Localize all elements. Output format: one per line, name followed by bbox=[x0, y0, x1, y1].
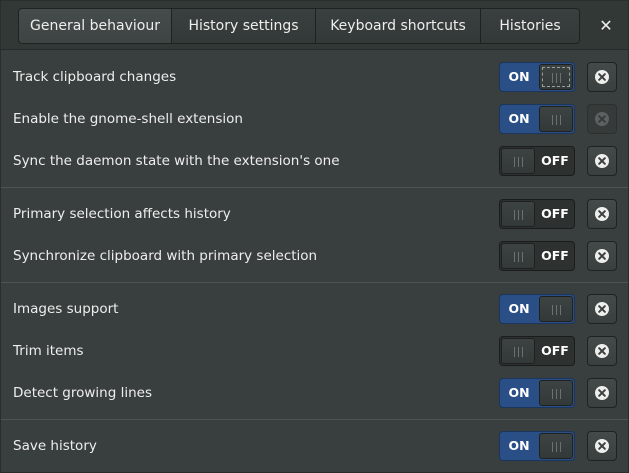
reset-button-sync-daemon-state[interactable] bbox=[587, 146, 617, 176]
grip-icon bbox=[552, 389, 562, 399]
clear-icon bbox=[595, 344, 609, 358]
switch-state-label: OFF bbox=[541, 153, 569, 168]
switch-state-label: OFF bbox=[541, 343, 569, 358]
toggle-switch-synchronize-clipboard-primary[interactable]: OFF bbox=[499, 241, 575, 271]
setting-label: Synchronize clipboard with primary selec… bbox=[13, 248, 318, 264]
reset-button-detect-growing-lines[interactable] bbox=[587, 378, 617, 408]
switch-knob[interactable] bbox=[539, 106, 573, 132]
grip-icon bbox=[552, 115, 562, 125]
toggle-switch-detect-growing-lines[interactable]: ON bbox=[499, 378, 575, 408]
clear-icon bbox=[595, 70, 609, 84]
grip-icon bbox=[514, 252, 524, 262]
toggle-switch-primary-selection-affects-history[interactable]: OFF bbox=[499, 199, 575, 229]
grip-icon bbox=[514, 210, 524, 220]
setting-label: Detect growing lines bbox=[13, 385, 152, 401]
grip-icon bbox=[514, 347, 524, 357]
section-divider bbox=[1, 419, 628, 420]
switch-knob[interactable] bbox=[539, 380, 573, 406]
switch-knob[interactable] bbox=[539, 64, 573, 90]
setting-row-synchronize-clipboard-primary: Synchronize clipboard with primary selec… bbox=[1, 236, 628, 276]
grip-icon bbox=[514, 157, 524, 167]
reset-button-save-history[interactable] bbox=[587, 431, 617, 461]
switch-state-label: ON bbox=[508, 438, 530, 453]
clear-icon bbox=[595, 112, 609, 126]
switch-knob[interactable] bbox=[539, 296, 573, 322]
setting-row-detect-growing-lines: Detect growing lines ON bbox=[1, 373, 628, 413]
tab-histories[interactable]: Histories bbox=[481, 9, 579, 43]
close-icon: ✕ bbox=[599, 15, 613, 35]
setting-label: Images support bbox=[13, 301, 119, 317]
section-divider bbox=[1, 282, 628, 283]
setting-label: Trim items bbox=[13, 343, 84, 359]
grip-icon bbox=[552, 442, 562, 452]
switch-knob[interactable] bbox=[501, 243, 535, 269]
toggle-switch-images-support[interactable]: ON bbox=[499, 294, 575, 324]
reset-button-synchronize-clipboard-primary[interactable] bbox=[587, 241, 617, 271]
setting-row-enable-gnome-shell-extension: Enable the gnome-shell extension ON bbox=[1, 99, 628, 139]
setting-row-trim-items: Trim items OFF bbox=[1, 331, 628, 371]
toggle-switch-save-history[interactable]: ON bbox=[499, 431, 575, 461]
reset-button-enable-gnome-shell-extension bbox=[587, 104, 617, 134]
section-divider bbox=[1, 187, 628, 188]
reset-button-images-support[interactable] bbox=[587, 294, 617, 324]
setting-label: Save history bbox=[13, 438, 97, 454]
setting-row-save-history: Save history ON bbox=[1, 426, 628, 466]
setting-row-images-support: Images support ON bbox=[1, 289, 628, 329]
setting-row-primary-selection-affects-history: Primary selection affects history OFF bbox=[1, 194, 628, 234]
tab-keyboard-shortcuts[interactable]: Keyboard shortcuts bbox=[316, 9, 481, 43]
close-button[interactable]: ✕ bbox=[593, 13, 619, 37]
preferences-window: General behaviour History settings Keybo… bbox=[0, 0, 629, 473]
setting-label: Enable the gnome-shell extension bbox=[13, 111, 243, 127]
switch-state-label: ON bbox=[508, 111, 530, 126]
reset-button-primary-selection-affects-history[interactable] bbox=[587, 199, 617, 229]
grip-icon bbox=[552, 305, 562, 315]
setting-label: Sync the daemon state with the extension… bbox=[13, 153, 340, 169]
switch-state-label: ON bbox=[508, 385, 530, 400]
switch-state-label: OFF bbox=[541, 206, 569, 221]
toggle-switch-sync-daemon-state[interactable]: OFF bbox=[499, 146, 575, 176]
switch-state-label: ON bbox=[508, 69, 530, 84]
header-bar: General behaviour History settings Keybo… bbox=[1, 1, 628, 50]
switch-knob[interactable] bbox=[501, 148, 535, 174]
switch-state-label: OFF bbox=[541, 248, 569, 263]
setting-row-track-clipboard-changes: Track clipboard changes ON bbox=[1, 57, 628, 97]
grip-icon bbox=[552, 73, 562, 83]
switch-knob[interactable] bbox=[501, 338, 535, 364]
setting-label: Primary selection affects history bbox=[13, 206, 231, 222]
clear-icon bbox=[595, 439, 609, 453]
clear-icon bbox=[595, 302, 609, 316]
toggle-switch-trim-items[interactable]: OFF bbox=[499, 336, 575, 366]
switch-state-label: ON bbox=[508, 301, 530, 316]
switch-knob[interactable] bbox=[501, 201, 535, 227]
tab-history-settings[interactable]: History settings bbox=[172, 9, 316, 43]
tab-bar: General behaviour History settings Keybo… bbox=[18, 8, 580, 44]
clear-icon bbox=[595, 207, 609, 221]
setting-row-sync-daemon-state: Sync the daemon state with the extension… bbox=[1, 141, 628, 181]
setting-label: Track clipboard changes bbox=[13, 69, 177, 85]
switch-knob[interactable] bbox=[539, 433, 573, 459]
toggle-switch-track-clipboard-changes[interactable]: ON bbox=[499, 62, 575, 92]
toggle-switch-enable-gnome-shell-extension[interactable]: ON bbox=[499, 104, 575, 134]
clear-icon bbox=[595, 386, 609, 400]
reset-button-trim-items[interactable] bbox=[587, 336, 617, 366]
clear-icon bbox=[595, 249, 609, 263]
tab-general-behaviour[interactable]: General behaviour bbox=[19, 9, 172, 43]
reset-button-track-clipboard-changes[interactable] bbox=[587, 62, 617, 92]
clear-icon bbox=[595, 154, 609, 168]
